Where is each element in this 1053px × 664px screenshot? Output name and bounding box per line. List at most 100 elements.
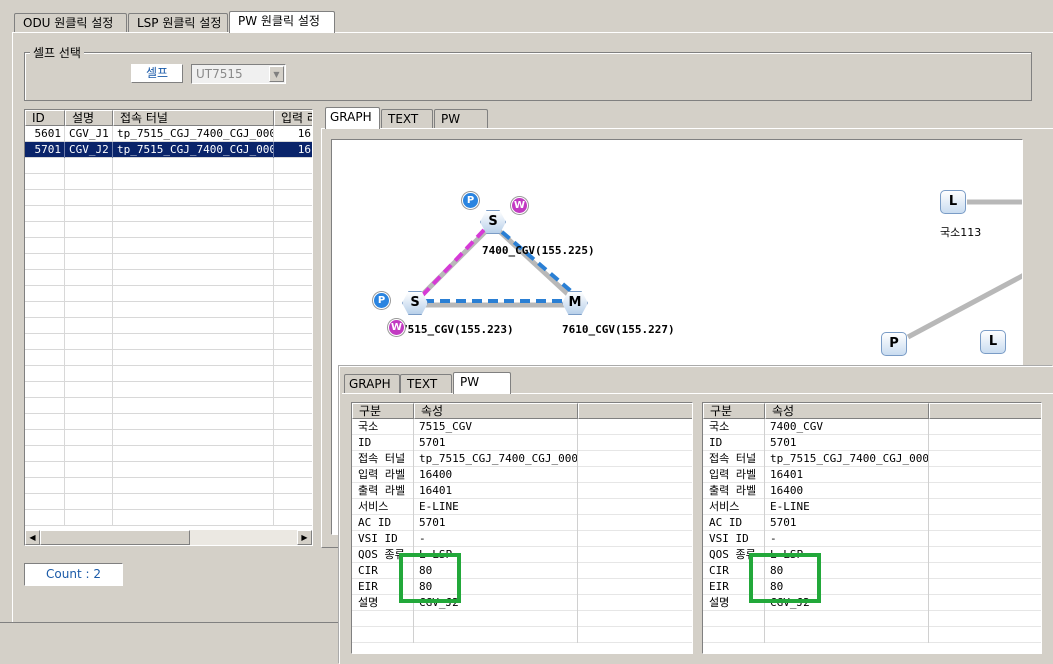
property-row[interactable] — [703, 611, 1041, 627]
col-header-tunnel[interactable]: 접속 터널 — [113, 110, 274, 126]
property-value: 5701 — [414, 435, 578, 451]
property-key: 입력 라벨 — [352, 467, 414, 483]
empty-cell — [65, 206, 113, 222]
empty-cell — [65, 158, 113, 174]
table-row[interactable]: 5601 CGV_J1 tp_7515_CGJ_7400_CGJ_0001 16 — [25, 126, 312, 142]
property-row[interactable]: 국소 7400_CGV — [703, 419, 1041, 435]
scroll-thumb[interactable] — [40, 530, 190, 545]
empty-row — [25, 334, 312, 350]
shelf-select-value: UT7515 — [196, 67, 243, 81]
node-label: 7515_CGV(155.223) — [401, 323, 514, 336]
property-row[interactable]: 접속 터널 tp_7515_CGJ_7400_CGJ_0001 — [352, 451, 692, 467]
empty-cell — [113, 158, 274, 174]
empty-row — [25, 494, 312, 510]
property-value: 16400 — [414, 467, 578, 483]
col-header-input[interactable]: 입력 라 — [274, 110, 312, 126]
cell-desc: CGV_J2 — [65, 142, 113, 158]
empty-cell — [65, 382, 113, 398]
table-row[interactable]: 5701 CGV_J2 tp_7515_CGJ_7400_CGJ_0001 16 — [25, 142, 312, 158]
pw-properties-popup: GRAPH TEXT PW 구분 속성 국소 7515_CGV ID 5701 접속 터… — [339, 366, 1053, 664]
tab-graph[interactable]: GRAPH — [325, 107, 380, 129]
property-row[interactable] — [352, 611, 692, 627]
property-value: E-LINE — [765, 499, 929, 515]
empty-cell — [25, 494, 65, 510]
property-row[interactable]: AC ID 5701 — [352, 515, 692, 531]
empty-cell — [274, 302, 312, 318]
scroll-right-icon[interactable]: ▶ — [297, 530, 312, 545]
property-value: - — [765, 531, 929, 547]
empty-cell — [25, 350, 65, 366]
empty-cell — [274, 494, 312, 510]
property-row[interactable]: AC ID 5701 — [703, 515, 1041, 531]
col-header-category[interactable]: 구분 — [352, 403, 414, 419]
property-row[interactable]: 서비스 E-LINE — [352, 499, 692, 515]
empty-cell — [274, 366, 312, 382]
property-key: ID — [352, 435, 414, 451]
node-label: 7610_CGV(155.227) — [562, 323, 675, 336]
tab-pw-oneclick[interactable]: PW 원클릭 설정 — [229, 11, 335, 33]
property-row[interactable]: 접속 터널 tp_7515_CGJ_7400_CGJ_0001 — [703, 451, 1041, 467]
popup-tab-graph[interactable]: GRAPH — [344, 374, 400, 394]
tab-text[interactable]: TEXT — [381, 109, 433, 129]
property-value — [414, 627, 578, 643]
col-header-category[interactable]: 구분 — [703, 403, 765, 419]
col-header-attribute[interactable]: 속성 — [414, 403, 578, 419]
col-header-empty — [929, 403, 1041, 419]
property-row[interactable] — [352, 627, 692, 643]
popup-tab-pw[interactable]: PW — [453, 372, 511, 394]
property-row[interactable]: ID 5701 — [703, 435, 1041, 451]
tab-label: TEXT — [388, 112, 419, 126]
tab-pw[interactable]: PW — [434, 109, 488, 129]
property-key: AC ID — [703, 515, 765, 531]
empty-row — [25, 286, 312, 302]
node-local-113[interactable]: L — [940, 190, 966, 214]
col-header-desc[interactable]: 설명 — [65, 110, 113, 126]
property-key: VSI ID — [703, 531, 765, 547]
property-row[interactable]: VSI ID - — [352, 531, 692, 547]
shelf-select[interactable]: UT7515 ▼ — [191, 64, 286, 84]
cir-eir-highlight-box — [399, 553, 461, 603]
node-letter: P — [889, 336, 899, 351]
shelf-button[interactable]: 셀프 — [131, 64, 183, 83]
status-strip — [0, 622, 345, 664]
node-letter: L — [948, 194, 958, 209]
property-row[interactable]: 출력 라벨 16401 — [352, 483, 692, 499]
property-row[interactable]: 국소 7515_CGV — [352, 419, 692, 435]
tab-lsp-oneclick[interactable]: LSP 원클릭 설정 — [128, 13, 228, 33]
property-row[interactable]: 서비스 E-LINE — [703, 499, 1041, 515]
node-p-105[interactable]: P — [881, 332, 907, 356]
empty-cell — [113, 302, 274, 318]
empty-cell — [25, 398, 65, 414]
empty-row — [25, 510, 312, 526]
horizontal-scrollbar[interactable]: ◀ ▶ — [25, 530, 312, 545]
col-header-id[interactable]: ID — [25, 110, 65, 126]
property-row[interactable]: 입력 라벨 16400 — [352, 467, 692, 483]
property-value: - — [414, 531, 578, 547]
property-value — [765, 627, 929, 643]
property-row[interactable] — [703, 627, 1041, 643]
empty-cell — [113, 510, 274, 526]
property-key: 접속 터널 — [352, 451, 414, 467]
col-header-attribute[interactable]: 속성 — [765, 403, 929, 419]
property-value: 7515_CGV — [414, 419, 578, 435]
property-row[interactable]: ID 5701 — [352, 435, 692, 451]
scroll-left-icon[interactable]: ◀ — [25, 530, 40, 545]
empty-cell — [25, 174, 65, 190]
chevron-down-icon[interactable]: ▼ — [269, 66, 284, 82]
popup-tab-text[interactable]: TEXT — [400, 374, 452, 394]
empty-cell — [274, 174, 312, 190]
empty-row — [25, 414, 312, 430]
property-rows: 국소 7515_CGV ID 5701 접속 터널 tp_7515_CGJ_7400_CG… — [352, 419, 692, 653]
property-row[interactable]: 입력 라벨 16401 — [703, 467, 1041, 483]
property-row[interactable]: 출력 라벨 16400 — [703, 483, 1041, 499]
node-local-109[interactable]: L — [980, 330, 1006, 354]
empty-cell — [25, 302, 65, 318]
tab-label: PW — [460, 375, 480, 389]
tab-label: LSP 원클릭 설정 — [137, 16, 222, 30]
empty-cell — [113, 190, 274, 206]
tab-odu-oneclick[interactable]: ODU 원클릭 설정 — [14, 13, 127, 33]
property-row[interactable]: VSI ID - — [703, 531, 1041, 547]
tab-label: ODU 원클릭 설정 — [23, 16, 114, 30]
p-badge-icon: P — [462, 192, 479, 209]
w-badge-icon: W — [388, 319, 405, 336]
